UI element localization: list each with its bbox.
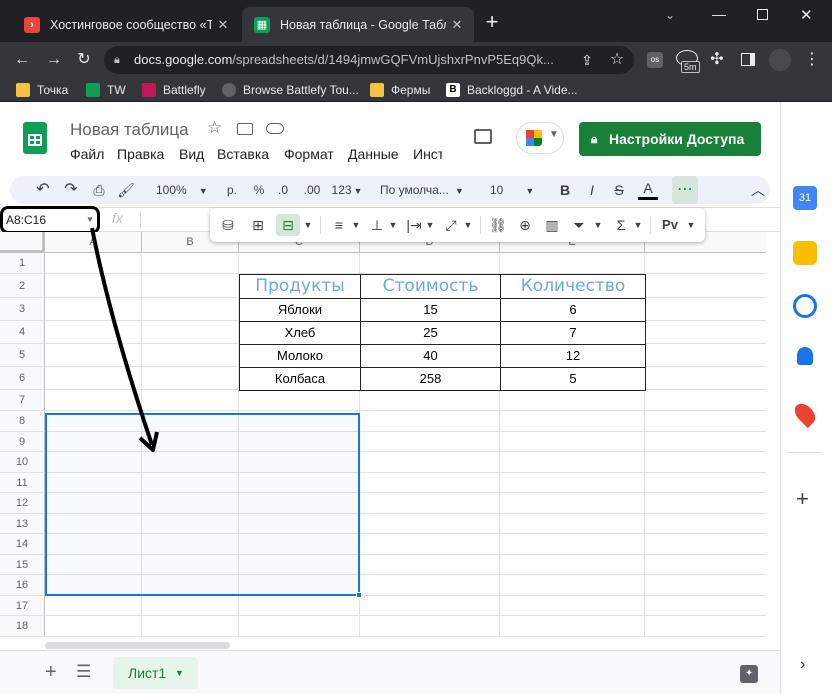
merge-cells-icon[interactable]: ⊟ <box>276 214 300 236</box>
chevron-down-icon[interactable]: ▼ <box>632 214 644 236</box>
annotation-arrow <box>90 227 159 452</box>
tasks-icon[interactable] <box>793 294 817 318</box>
sheet-tab-list1[interactable]: Лист1 ▼ <box>113 657 198 689</box>
show-side-panel-icon[interactable]: › <box>800 656 805 674</box>
floating-toolbar: ⛁ ⊞ ⊟ ▼ ≡ ▼ ⊥ ▼ |⇥ ▼ ⤢ ▼ ⛓ ⊕ ▥ ⏷ ▼ Σ ▼ Р… <box>210 208 705 242</box>
vertical-align-icon[interactable]: ⊥ <box>366 214 388 236</box>
input-tools-button[interactable]: Рv <box>658 214 682 236</box>
align-left-icon[interactable]: ≡ <box>328 214 350 236</box>
filter-icon[interactable]: ⏷ <box>568 214 590 236</box>
contacts-icon[interactable] <box>797 347 813 365</box>
functions-icon[interactable]: Σ <box>610 214 632 236</box>
all-sheets-icon[interactable]: ☰ <box>76 662 91 682</box>
insert-comment-icon[interactable]: ⊕ <box>513 214 537 236</box>
get-addons-icon[interactable]: + <box>796 486 809 512</box>
chevron-down-icon[interactable]: ▼ <box>424 214 436 236</box>
sheet-tabs-bar: + ☰ Лист1 ▼ ✦ <box>0 650 780 694</box>
calendar-icon[interactable]: 31 <box>793 186 817 210</box>
chevron-down-icon[interactable]: ▼ <box>685 214 697 236</box>
fill-color-icon[interactable]: ⛁ <box>216 214 240 236</box>
insert-chart-icon[interactable]: ▥ <box>540 214 564 236</box>
chevron-down-icon: ▼ <box>175 668 184 678</box>
borders-icon[interactable]: ⊞ <box>246 214 270 236</box>
keep-icon[interactable] <box>793 241 817 265</box>
add-sheet-button[interactable]: + <box>45 661 57 684</box>
chevron-down-icon[interactable]: ▼ <box>592 214 604 236</box>
explore-icon[interactable]: ✦ <box>740 665 758 683</box>
chevron-down-icon[interactable]: ▼ <box>387 214 399 236</box>
chevron-down-icon[interactable]: ▼ <box>350 214 362 236</box>
horizontal-scrollbar-thumb[interactable] <box>45 642 230 649</box>
chevron-down-icon[interactable]: ▼ <box>462 214 474 236</box>
text-wrap-icon[interactable]: |⇥ <box>403 214 425 236</box>
chevron-down-icon[interactable]: ▼ <box>302 214 314 236</box>
text-rotation-icon[interactable]: ⤢ <box>440 214 462 236</box>
insert-link-icon[interactable]: ⛓ <box>486 214 510 236</box>
